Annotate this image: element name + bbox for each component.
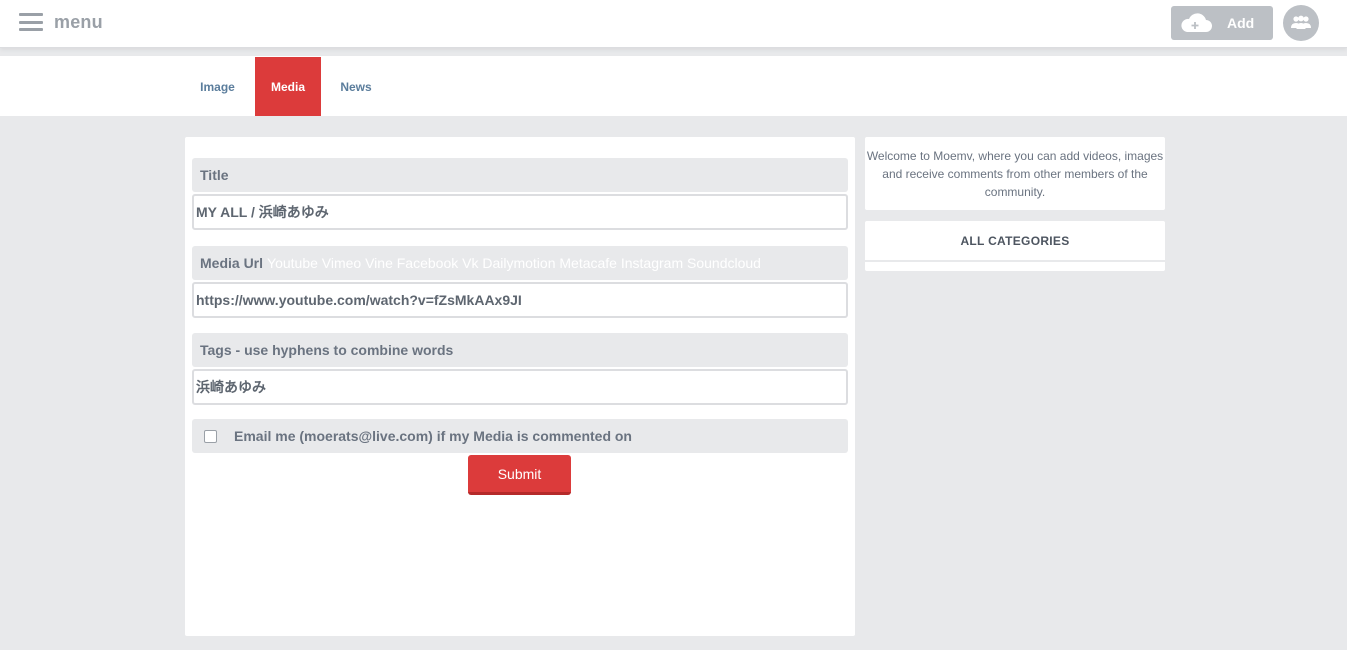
media-url-label-bar: Media Url Youtube Vimeo Vine Facebook Vk…: [192, 246, 848, 280]
tab-media[interactable]: Media: [255, 57, 321, 116]
add-button-label: Add: [1227, 15, 1255, 31]
media-url-input[interactable]: https://www.youtube.com/watch?v=fZsMkAAx…: [192, 282, 848, 318]
tab-news[interactable]: News: [330, 57, 382, 116]
tab-image[interactable]: Image: [189, 57, 246, 116]
tags-label: Tags - use hyphens to combine words: [200, 342, 454, 358]
title-label-bar: Title: [192, 158, 848, 192]
users-avatar-button[interactable]: [1283, 5, 1319, 41]
media-url-providers: Youtube Vimeo Vine Facebook Vk Dailymoti…: [267, 255, 761, 271]
menu-label: menu: [54, 11, 103, 32]
email-notify-label: Email me (moerats@live.com) if my Media …: [234, 428, 632, 444]
welcome-box: Welcome to Moemv, where you can add vide…: [865, 137, 1165, 210]
media-url-label: Media Url: [200, 255, 264, 271]
title-input[interactable]: MY ALL / 浜崎あゆみ: [192, 194, 848, 230]
tags-input-value: 浜崎あゆみ: [196, 379, 266, 395]
top-navbar: menu Add: [0, 0, 1347, 48]
email-notify-checkbox[interactable]: [204, 429, 217, 443]
content-type-tabs: Image Media News: [0, 56, 1347, 116]
email-notify-row: Email me (moerats@live.com) if my Media …: [192, 419, 848, 453]
tags-input[interactable]: 浜崎あゆみ: [192, 369, 848, 405]
hamburger-icon: [19, 13, 43, 31]
categories-box: ALL CATEGORIES: [865, 221, 1165, 271]
submit-button[interactable]: Submit: [468, 455, 571, 495]
add-button[interactable]: Add: [1171, 6, 1273, 40]
title-label: Title: [200, 167, 229, 183]
media-form-panel: Title MY ALL / 浜崎あゆみ Media Url Youtube V…: [185, 137, 855, 636]
all-categories-link[interactable]: ALL CATEGORIES: [865, 221, 1165, 262]
users-icon: [1291, 15, 1311, 29]
tags-label-bar: Tags - use hyphens to combine words: [192, 333, 848, 367]
media-url-input-value: https://www.youtube.com/watch?v=fZsMkAAx…: [196, 292, 522, 308]
cloud-plus-icon: [1181, 13, 1212, 32]
menu-button[interactable]: menu: [19, 10, 103, 34]
welcome-text: Welcome to Moemv, where you can add vide…: [866, 148, 1164, 199]
title-input-value: MY ALL / 浜崎あゆみ: [196, 204, 329, 220]
